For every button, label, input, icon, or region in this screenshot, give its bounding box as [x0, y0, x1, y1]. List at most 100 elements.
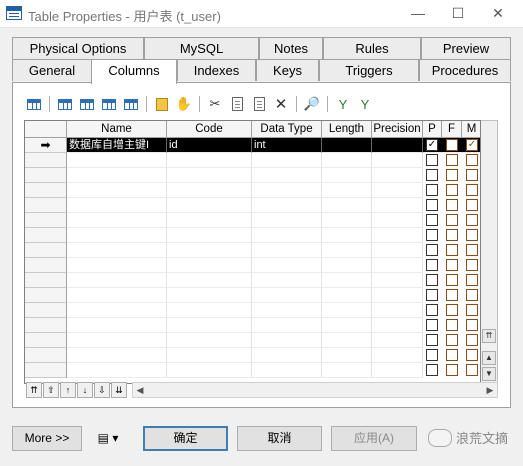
checkbox-m[interactable]	[466, 274, 478, 286]
checkbox-m[interactable]	[466, 259, 478, 271]
empty-cell[interactable]	[167, 258, 252, 273]
empty-cell[interactable]	[167, 348, 252, 363]
copy-icon[interactable]	[227, 94, 247, 114]
insert-row-icon[interactable]	[55, 94, 75, 114]
empty-cell[interactable]	[167, 168, 252, 183]
row-header[interactable]	[25, 288, 67, 303]
empty-cell[interactable]	[252, 363, 322, 378]
empty-cell[interactable]	[372, 273, 423, 288]
ok-button[interactable]: 确定	[143, 426, 228, 451]
cut-icon[interactable]: ✂	[205, 94, 225, 114]
empty-cell[interactable]	[252, 213, 322, 228]
empty-cell[interactable]	[67, 228, 167, 243]
empty-cell[interactable]	[167, 183, 252, 198]
empty-cell[interactable]	[322, 258, 372, 273]
tab-procedures[interactable]: Procedures	[419, 59, 511, 81]
cancel-button[interactable]: 取消	[237, 426, 322, 451]
properties-icon[interactable]	[24, 94, 44, 114]
empty-cell[interactable]	[167, 213, 252, 228]
column-header-length[interactable]: Length	[322, 121, 372, 138]
tab-keys[interactable]: Keys	[256, 59, 319, 81]
checkbox-f[interactable]	[446, 274, 458, 286]
empty-cell[interactable]	[252, 198, 322, 213]
checkbox-p[interactable]	[426, 184, 438, 196]
scroll-left-icon[interactable]: ◀	[133, 383, 147, 397]
column-header-data-type[interactable]: Data Type	[252, 121, 322, 138]
checkbox-f[interactable]	[446, 259, 458, 271]
checkbox-p[interactable]	[426, 229, 438, 241]
empty-cell[interactable]	[372, 228, 423, 243]
empty-cell[interactable]	[167, 243, 252, 258]
vertical-scrollbar[interactable]: ⇈ ▲ ▼	[481, 120, 498, 384]
tab-rules[interactable]: Rules	[323, 37, 421, 59]
empty-cell[interactable]	[322, 318, 372, 333]
empty-cell[interactable]	[67, 273, 167, 288]
tab-physical-options[interactable]: Physical Options	[12, 37, 144, 59]
empty-cell[interactable]	[252, 348, 322, 363]
row-header[interactable]	[25, 213, 67, 228]
move-page-down-icon[interactable]: ⇩	[94, 382, 110, 398]
edit-icon[interactable]	[121, 94, 141, 114]
add-rows-icon[interactable]	[99, 94, 119, 114]
column-header-code[interactable]: Code	[167, 121, 252, 138]
checkbox-m[interactable]	[466, 214, 478, 226]
checkbox-m[interactable]	[466, 199, 478, 211]
checkbox-p[interactable]	[426, 169, 438, 181]
empty-cell[interactable]	[372, 363, 423, 378]
empty-cell[interactable]	[322, 198, 372, 213]
empty-cell[interactable]	[372, 198, 423, 213]
empty-cell[interactable]	[372, 243, 423, 258]
move-top-icon[interactable]: ⇈	[26, 382, 42, 398]
scroll-up-icon[interactable]: ▲	[482, 351, 496, 365]
empty-cell[interactable]	[67, 168, 167, 183]
checkbox-f[interactable]	[446, 139, 458, 151]
tab-preview[interactable]: Preview	[421, 37, 511, 59]
empty-cell[interactable]	[67, 333, 167, 348]
empty-cell[interactable]	[322, 288, 372, 303]
scroll-top-icon[interactable]: ⇈	[482, 329, 496, 343]
empty-cell[interactable]	[252, 318, 322, 333]
horizontal-scrollbar[interactable]: ◀ ▶	[132, 382, 498, 398]
checkbox-m[interactable]	[466, 184, 478, 196]
checkbox-m[interactable]	[466, 319, 478, 331]
checkbox-p[interactable]	[426, 244, 438, 256]
tab-triggers[interactable]: Triggers	[319, 59, 419, 81]
checkbox-p[interactable]: ✓	[426, 139, 438, 151]
checkbox-f[interactable]	[446, 229, 458, 241]
row-header[interactable]	[25, 318, 67, 333]
column-header-name[interactable]: Name	[67, 121, 167, 138]
cell-length[interactable]	[322, 138, 372, 153]
checkbox-f[interactable]	[446, 244, 458, 256]
tab-mysql[interactable]: MySQL	[144, 37, 259, 59]
empty-cell[interactable]	[252, 168, 322, 183]
checkbox-m[interactable]	[466, 304, 478, 316]
checkbox-m[interactable]	[466, 289, 478, 301]
empty-cell[interactable]	[322, 183, 372, 198]
empty-cell[interactable]	[67, 243, 167, 258]
empty-cell[interactable]	[252, 153, 322, 168]
empty-cell[interactable]	[372, 288, 423, 303]
empty-cell[interactable]	[372, 183, 423, 198]
row-header[interactable]	[25, 228, 67, 243]
cell-code[interactable]: id	[167, 138, 252, 153]
tab-indexes[interactable]: Indexes	[177, 59, 256, 81]
checkbox-f[interactable]	[446, 349, 458, 361]
checkbox-m[interactable]	[466, 334, 478, 346]
scroll-down-icon[interactable]: ▼	[482, 367, 496, 381]
move-page-up-icon[interactable]: ⇧	[43, 382, 59, 398]
tab-notes[interactable]: Notes	[259, 37, 323, 59]
checkbox-m[interactable]	[466, 349, 478, 361]
checkbox-m[interactable]	[466, 364, 478, 376]
empty-cell[interactable]	[372, 168, 423, 183]
move-bottom-icon[interactable]: ⇊	[111, 382, 127, 398]
empty-cell[interactable]	[322, 303, 372, 318]
empty-cell[interactable]	[67, 213, 167, 228]
checkbox-f[interactable]	[446, 334, 458, 346]
scroll-right-icon[interactable]: ▶	[483, 383, 497, 397]
empty-cell[interactable]	[322, 348, 372, 363]
paste-icon[interactable]	[249, 94, 269, 114]
empty-cell[interactable]	[322, 168, 372, 183]
checkbox-m[interactable]: ✓	[466, 139, 478, 151]
empty-cell[interactable]	[322, 363, 372, 378]
empty-cell[interactable]	[322, 213, 372, 228]
